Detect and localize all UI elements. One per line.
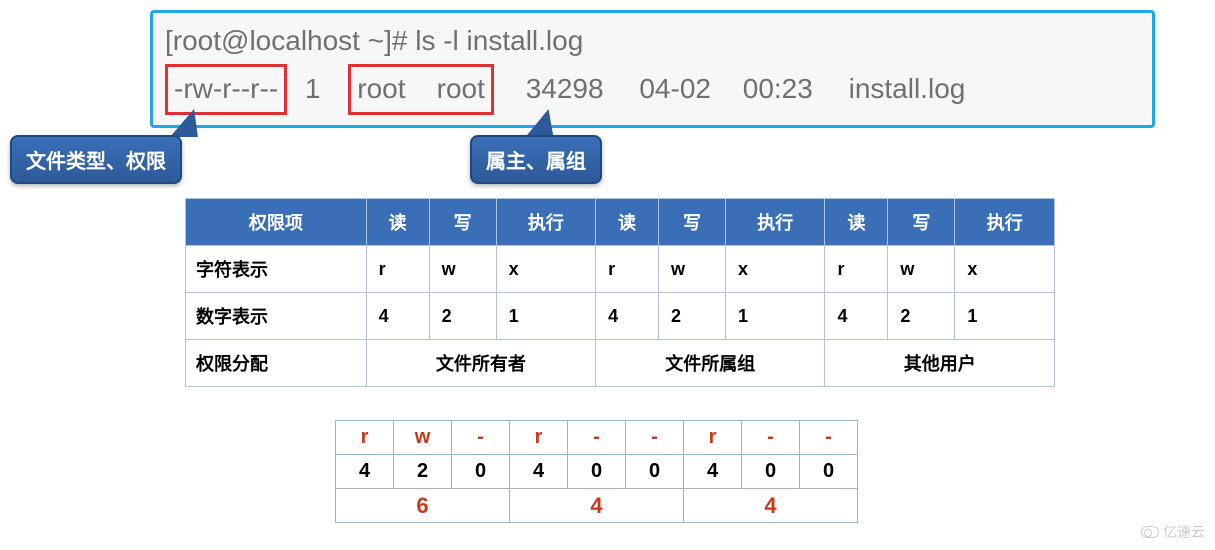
col-write: 写 (659, 199, 726, 246)
file-size: 34298 (526, 67, 604, 112)
cell-num: 2 (888, 293, 955, 340)
col-read: 读 (366, 199, 429, 246)
owner-group-field: root root (348, 64, 494, 115)
calc-num: 0 (742, 455, 800, 489)
calc-char: - (626, 421, 684, 455)
row-label-char: 字符表示 (186, 246, 367, 293)
col-read: 读 (825, 199, 888, 246)
calc-num: 0 (626, 455, 684, 489)
file-date: 04-02 (639, 67, 711, 112)
cell-char: x (726, 246, 825, 293)
row-label-num: 数字表示 (186, 293, 367, 340)
permission-reference-table: 权限项 读 写 执行 读 写 执行 读 写 执行 字符表示 r w x r w … (185, 198, 1055, 387)
cell-num: 4 (366, 293, 429, 340)
callout-owner-group: 属主、属组 (470, 135, 602, 184)
cell-num: 1 (726, 293, 825, 340)
cell-num: 2 (659, 293, 726, 340)
cell-owner-group: 文件所有者 (366, 340, 595, 387)
file-time: 00:23 (743, 67, 813, 112)
cell-char: r (825, 246, 888, 293)
calc-char: w (394, 421, 452, 455)
row-label-assign: 权限分配 (186, 340, 367, 387)
cell-char: r (366, 246, 429, 293)
file-owner: root (357, 67, 405, 112)
col-execute: 执行 (726, 199, 825, 246)
calc-char: - (568, 421, 626, 455)
calc-char: r (336, 421, 394, 455)
calc-sum: 4 (510, 489, 684, 523)
table-row: 6 4 4 (336, 489, 858, 523)
cell-file-group: 文件所属组 (596, 340, 825, 387)
table-row: r w - r - - r - - (336, 421, 858, 455)
table-row: 字符表示 r w x r w x r w x (186, 246, 1055, 293)
calc-num: 2 (394, 455, 452, 489)
watermark-text: 亿速云 (1163, 522, 1205, 542)
link-count: 1 (305, 67, 321, 112)
cell-char: x (955, 246, 1055, 293)
file-name: install.log (849, 67, 966, 112)
calc-char: - (452, 421, 510, 455)
permission-calculation-table: r w - r - - r - - 4 2 0 4 0 0 4 0 0 6 4 … (335, 420, 858, 523)
calc-num: 0 (452, 455, 510, 489)
col-execute: 执行 (955, 199, 1055, 246)
table-header-row: 权限项 读 写 执行 读 写 执行 读 写 执行 (186, 199, 1055, 246)
calc-num: 4 (510, 455, 568, 489)
cell-num: 4 (596, 293, 659, 340)
cell-num: 4 (825, 293, 888, 340)
calc-char: - (742, 421, 800, 455)
callout-filetype-permission: 文件类型、权限 (10, 135, 182, 184)
calc-char: r (510, 421, 568, 455)
calc-char: r (684, 421, 742, 455)
calc-num: 4 (336, 455, 394, 489)
ls-output-line: -rw-r--r-- 1 root root 34298 04-02 00:23… (165, 64, 1140, 115)
table-row: 权限分配 文件所有者 文件所属组 其他用户 (186, 340, 1055, 387)
terminal-output-box: [root@localhost ~]# ls -l install.log -r… (150, 10, 1155, 128)
watermark: 亿速云 (1141, 522, 1205, 542)
col-permission-item: 权限项 (186, 199, 367, 246)
table-row: 4 2 0 4 0 0 4 0 0 (336, 455, 858, 489)
cell-char: w (888, 246, 955, 293)
calc-num: 0 (800, 455, 858, 489)
table-row: 数字表示 4 2 1 4 2 1 4 2 1 (186, 293, 1055, 340)
calc-sum: 4 (684, 489, 858, 523)
cell-other-users: 其他用户 (825, 340, 1055, 387)
terminal-command-line: [root@localhost ~]# ls -l install.log (165, 19, 1140, 64)
col-execute: 执行 (496, 199, 595, 246)
cell-num: 1 (496, 293, 595, 340)
calc-num: 0 (568, 455, 626, 489)
cell-num: 2 (429, 293, 496, 340)
calc-sum: 6 (336, 489, 510, 523)
cell-char: r (596, 246, 659, 293)
cell-num: 1 (955, 293, 1055, 340)
col-write: 写 (429, 199, 496, 246)
col-read: 读 (596, 199, 659, 246)
calc-num: 4 (684, 455, 742, 489)
file-group: root (437, 67, 485, 112)
calc-char: - (800, 421, 858, 455)
col-write: 写 (888, 199, 955, 246)
cloud-icon (1141, 526, 1159, 538)
cell-char: w (659, 246, 726, 293)
cell-char: x (496, 246, 595, 293)
permissions-field: -rw-r--r-- (165, 64, 287, 115)
cell-char: w (429, 246, 496, 293)
